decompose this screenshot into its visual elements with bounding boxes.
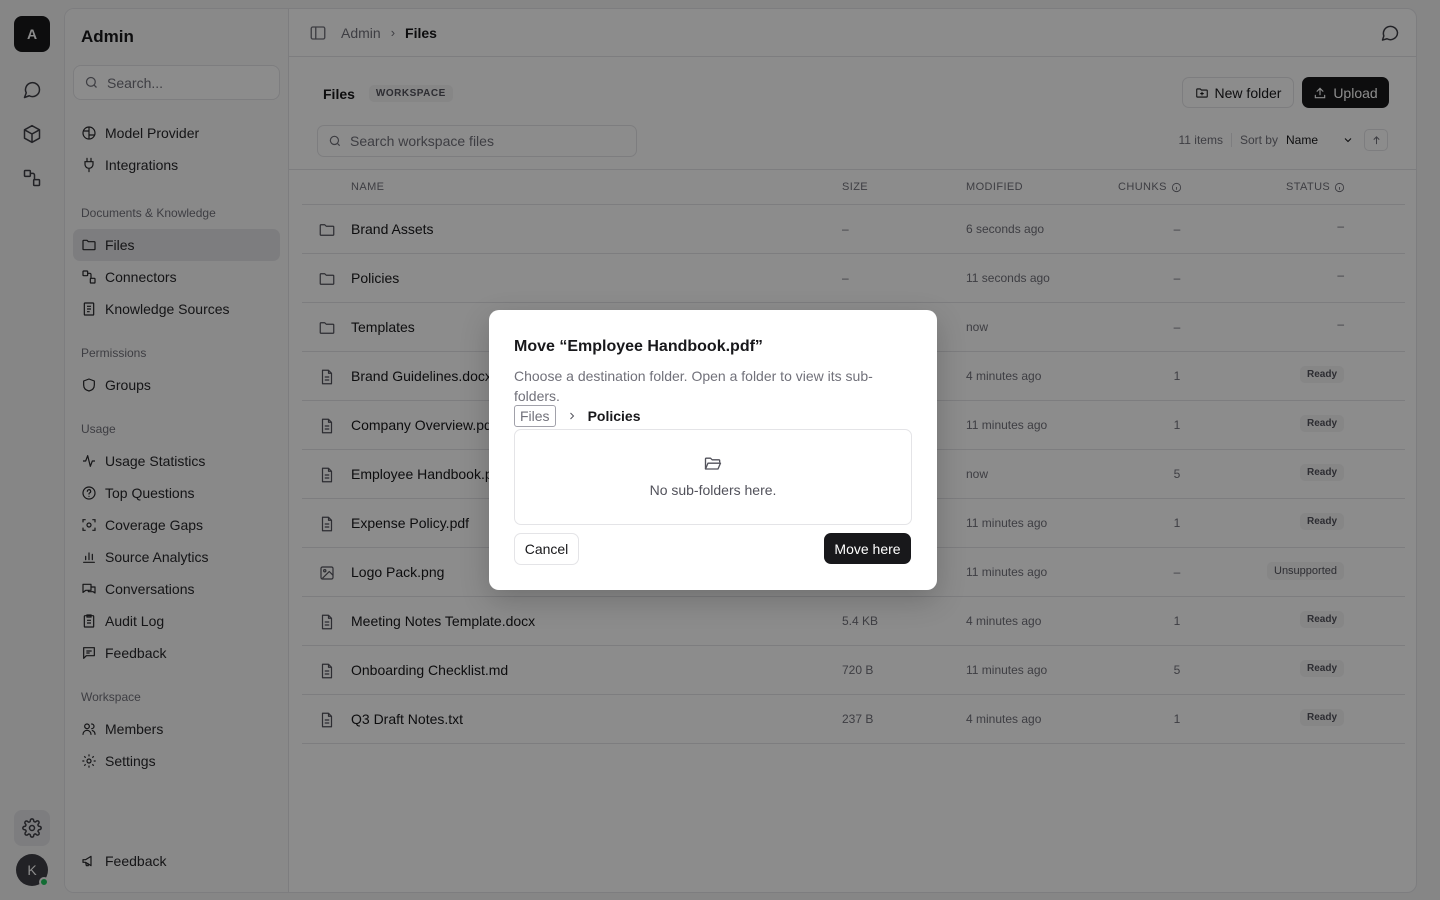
folder-open-icon [704, 457, 722, 470]
dialog-breadcrumb: Files Policies [514, 405, 640, 427]
empty-message: No sub-folders here. [649, 482, 777, 498]
move-here-button[interactable]: Move here [824, 533, 911, 564]
dialog-title: Move “Employee Handbook.pdf” [514, 338, 763, 355]
dialog-crumb-files[interactable]: Files [514, 405, 556, 427]
cancel-button[interactable]: Cancel [514, 533, 579, 565]
dialog-description: Choose a destination folder. Open a fold… [514, 368, 873, 404]
move-file-dialog: Move “Employee Handbook.pdf” Choose a de… [489, 310, 937, 590]
folder-list-empty: No sub-folders here. [514, 429, 912, 525]
chevron-right-icon [569, 412, 574, 420]
dialog-crumb-current: Policies [587, 408, 641, 424]
